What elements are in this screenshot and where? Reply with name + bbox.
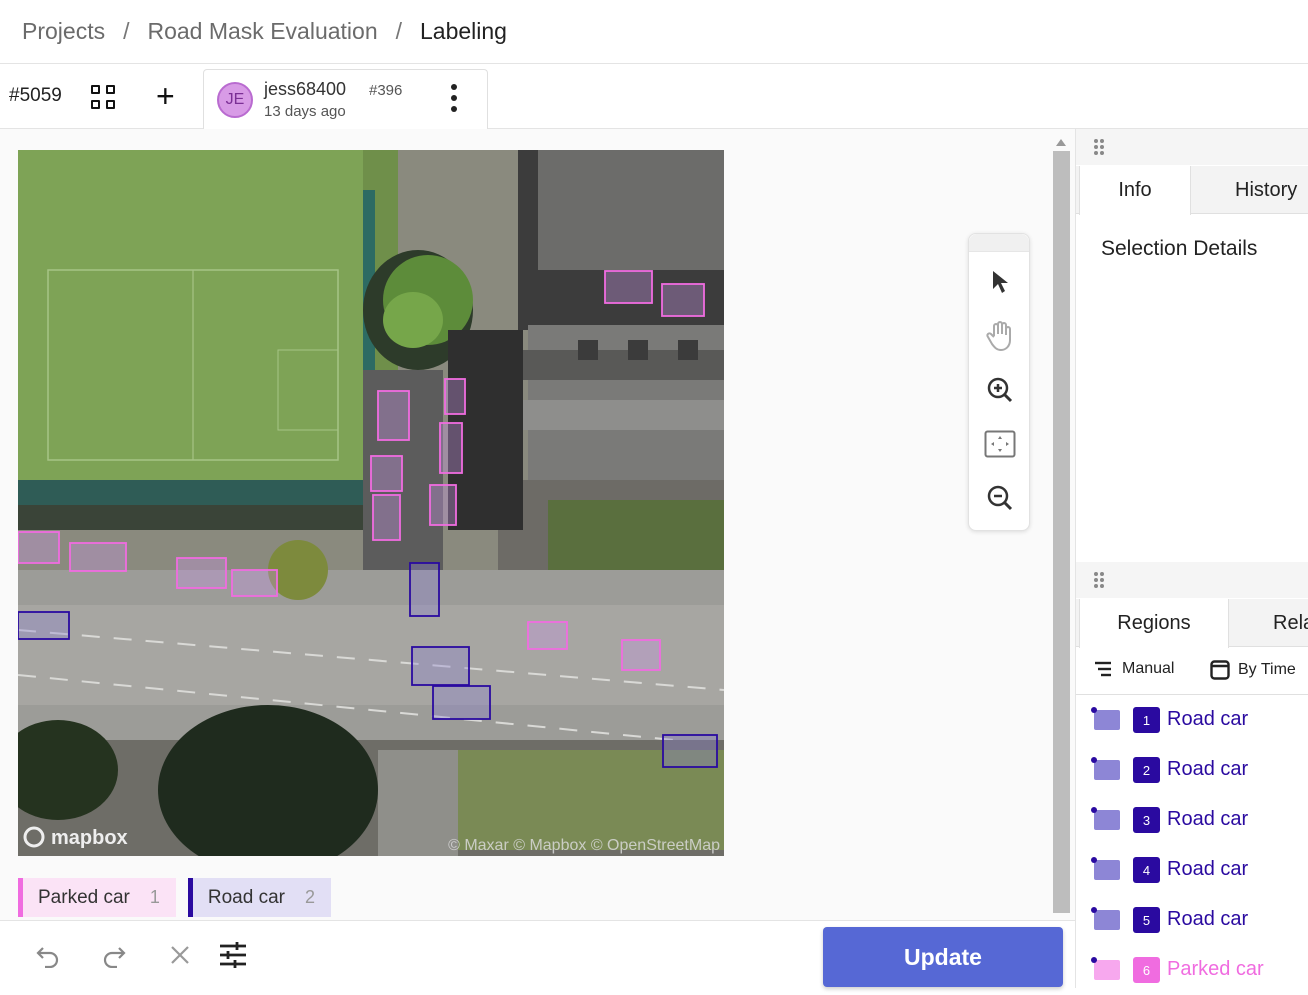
annotation-id: #396: [369, 82, 403, 99]
rectangle-region-icon: [1091, 807, 1120, 830]
region-number-badge: 4: [1133, 857, 1160, 883]
grid-icon[interactable]: [91, 85, 117, 111]
fit-screen-icon[interactable]: [982, 426, 1018, 462]
label-hotkey: 1: [149, 887, 160, 907]
cursor-icon[interactable]: [982, 264, 1018, 300]
annotation-image[interactable]: mapbox © Maxar © Mapbox © OpenStreetMap: [18, 150, 724, 856]
zoom-in-icon[interactable]: [982, 372, 1018, 408]
breadcrumb-project[interactable]: Road Mask Evaluation: [147, 18, 377, 45]
breadcrumb-separator: /: [395, 18, 402, 44]
tool-panel: [968, 233, 1030, 531]
sort-lines-icon: [1095, 661, 1111, 677]
breadcrumb: Projects / Road Mask Evaluation / Labeli…: [0, 0, 1308, 64]
region-label: Road car: [1167, 758, 1249, 780]
region-number-badge: 3: [1133, 807, 1160, 833]
region-label: Road car: [1167, 808, 1249, 830]
label-road-car[interactable]: Road car 2: [187, 878, 332, 917]
rectangle-region-icon: [1091, 857, 1120, 880]
attribution-text: © Maxar © Mapbox © OpenStreetMap: [448, 837, 720, 854]
label-name: Road car: [207, 886, 285, 908]
label-hotkey: 2: [305, 887, 316, 907]
region-item[interactable]: 3 Road car: [1076, 795, 1308, 845]
region-item[interactable]: 4 Road car: [1076, 845, 1308, 895]
drag-handle-icon: [1094, 572, 1106, 588]
settings-sliders-icon[interactable]: [217, 939, 249, 971]
label-parked-car[interactable]: Parked car 1: [18, 878, 176, 917]
sort-by-time-label: By Time: [1238, 661, 1296, 678]
scroll-thumb[interactable]: [1053, 151, 1070, 913]
right-sidebar: Info History Selection Details Regions R…: [1075, 129, 1308, 988]
region-label: Road car: [1167, 908, 1249, 930]
hand-icon[interactable]: [982, 318, 1018, 354]
update-button[interactable]: Update: [823, 927, 1063, 987]
region-item[interactable]: 1 Road car: [1076, 695, 1308, 745]
region-sort-row: Manual By Time: [1076, 647, 1308, 695]
drag-handle-icon: [1094, 139, 1106, 155]
annotation-user: jess68400: [264, 79, 347, 99]
sort-by-time[interactable]: By Time: [1210, 660, 1296, 680]
calendar-icon: [1210, 660, 1230, 680]
region-label: Parked car: [1167, 958, 1264, 980]
region-item[interactable]: 5 Road car: [1076, 895, 1308, 945]
sort-manual[interactable]: Manual: [1094, 660, 1174, 678]
tab-info[interactable]: Info: [1079, 166, 1191, 215]
region-tabs: Regions Rela: [1076, 599, 1308, 648]
label-name: Parked car: [38, 886, 130, 908]
breadcrumb-projects[interactable]: Projects: [22, 18, 105, 45]
region-number-badge: 2: [1133, 757, 1160, 783]
tab-regions[interactable]: Regions: [1079, 599, 1229, 648]
tab-relations[interactable]: Rela: [1229, 599, 1308, 647]
info-tabs: Info History: [1076, 166, 1308, 215]
labeling-canvas-area: mapbox © Maxar © Mapbox © OpenStreetMap …: [0, 129, 1075, 920]
zoom-out-icon[interactable]: [982, 480, 1018, 516]
task-id: #5059: [9, 85, 62, 106]
redo-icon[interactable]: [98, 939, 130, 971]
tab-history[interactable]: History: [1191, 166, 1308, 214]
region-label: Road car: [1167, 858, 1249, 880]
region-number-badge: 1: [1133, 707, 1160, 733]
aerial-image: mapbox © Maxar © Mapbox © OpenStreetMap: [18, 150, 724, 856]
selection-details-heading: Selection Details: [1101, 237, 1258, 260]
breadcrumb-separator: /: [123, 18, 130, 44]
undo-icon[interactable]: [32, 939, 64, 971]
bottom-bar: Update: [0, 920, 1075, 988]
region-item[interactable]: 2 Road car: [1076, 745, 1308, 795]
region-label: Road car: [1167, 708, 1249, 730]
label-picker: Parked car 1 Road car 2: [18, 878, 332, 917]
mapbox-watermark: mapbox: [51, 827, 128, 849]
rectangle-region-icon: [1091, 707, 1120, 730]
region-number-badge: 5: [1133, 907, 1160, 933]
vertical-scrollbar[interactable]: [1051, 137, 1072, 913]
plus-icon[interactable]: +: [156, 80, 175, 112]
annotation-time: 13 days ago: [264, 103, 346, 120]
close-icon[interactable]: [164, 939, 196, 971]
panel-drag-handle[interactable]: [1076, 129, 1308, 165]
more-options-icon[interactable]: [449, 84, 459, 116]
panel-drag-handle[interactable]: [1076, 562, 1308, 598]
breadcrumb-current: Labeling: [420, 18, 507, 44]
annotation-toolbar: #5059 + JE jess68400 #396 13 days ago: [0, 65, 1308, 129]
scroll-up-arrow[interactable]: [1056, 139, 1066, 146]
rectangle-region-icon: [1091, 757, 1120, 780]
rectangle-region-icon: [1091, 907, 1120, 930]
avatar: JE: [217, 82, 253, 118]
region-number-badge: 6: [1133, 957, 1160, 983]
sort-manual-label: Manual: [1122, 660, 1175, 677]
annotation-tab[interactable]: JE jess68400 #396 13 days ago: [203, 69, 488, 129]
tool-panel-handle[interactable]: [969, 234, 1029, 252]
rectangle-region-icon: [1091, 957, 1120, 980]
